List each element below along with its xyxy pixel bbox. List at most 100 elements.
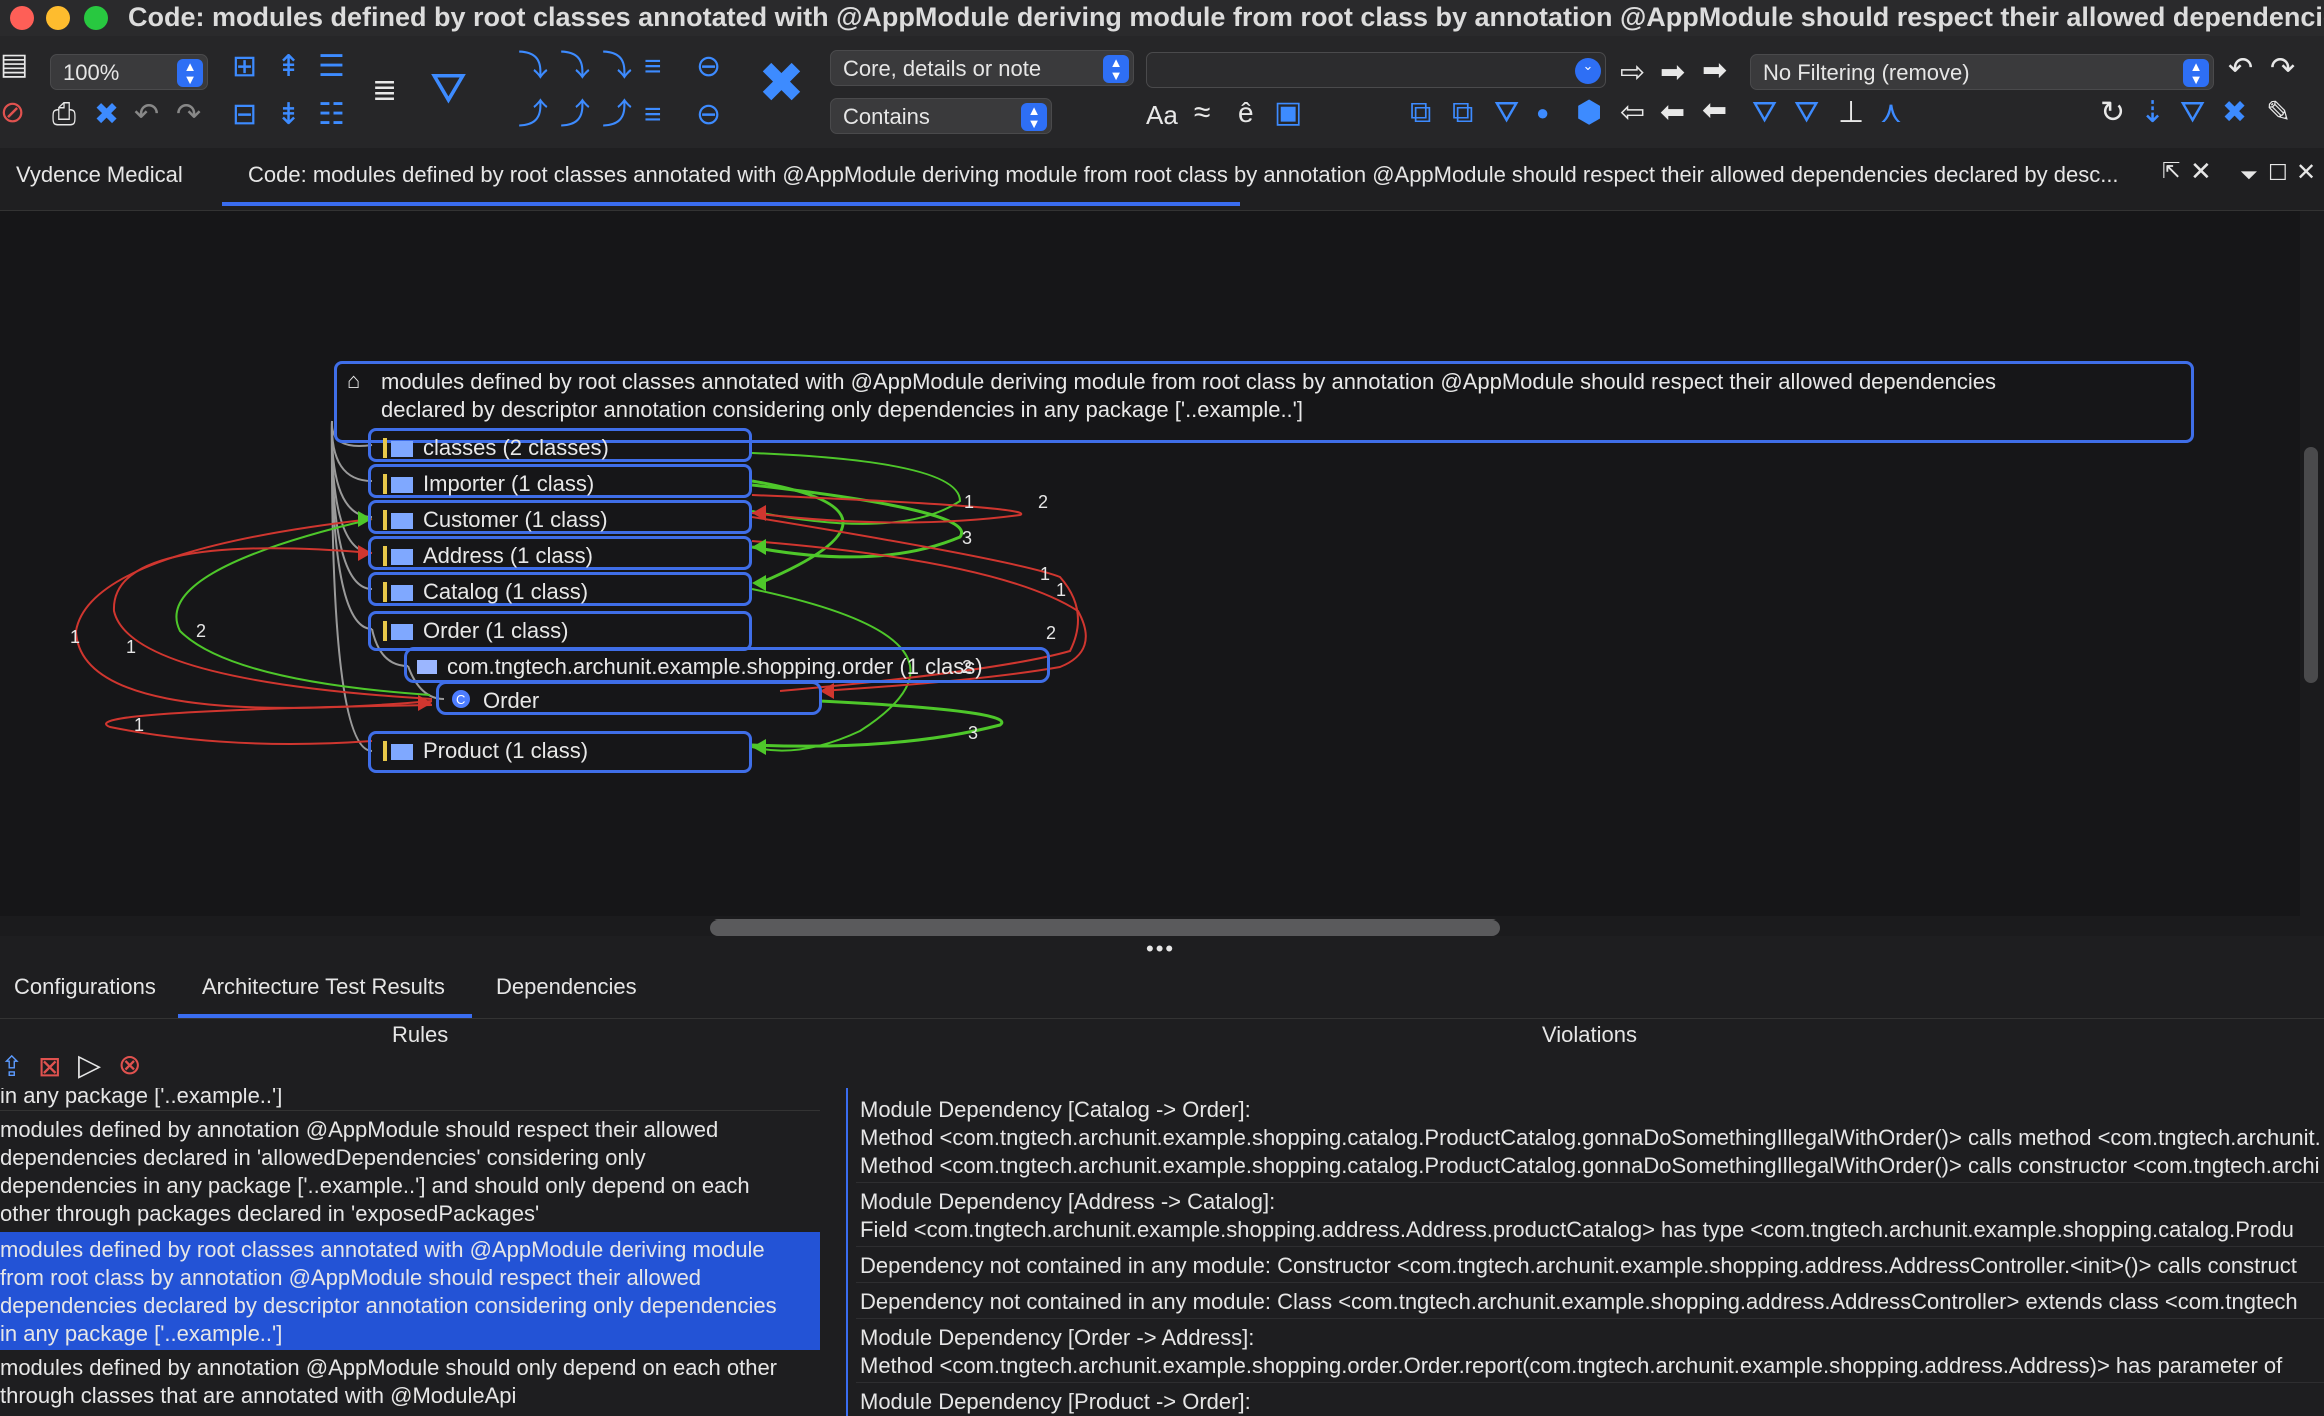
link-icon[interactable]: ⊖ [696, 50, 721, 84]
package-icon [383, 546, 413, 566]
tab-dependencies[interactable]: Dependencies [496, 974, 637, 1000]
violation-item[interactable]: Dependency not contained in any module: … [860, 1288, 2320, 1316]
back-all-icon[interactable]: ⬅ [1702, 94, 1727, 128]
expand-siblings-icon[interactable]: ≡ [644, 98, 662, 132]
cancel-icon[interactable]: ✖ [94, 98, 119, 132]
delete-icon[interactable]: ⊘ [0, 96, 25, 130]
save-icon[interactable]: ▤ [0, 48, 28, 82]
node-order[interactable]: Order (1 class) [368, 611, 752, 651]
vertical-scrollbar-thumb[interactable] [2304, 447, 2318, 683]
close-view-icon[interactable]: ✕ [2296, 158, 2316, 187]
select-branch-icon[interactable]: ⤵ [518, 50, 548, 84]
filter-down-icon[interactable]: ⇣ [2140, 96, 2165, 130]
violation-item[interactable]: Module Dependency [Order -> Address]: Me… [860, 1324, 2320, 1380]
match-case-toggle[interactable]: Aa [1146, 98, 1178, 132]
select-children-icon[interactable]: ⤵ [602, 50, 632, 84]
filter-hierarchy-icon[interactable]: ⊥ [1838, 96, 1864, 130]
find-all-icon[interactable]: ➡ [1702, 54, 1727, 88]
filter-find-icon[interactable]: ⧉ [1452, 96, 1473, 130]
violation-item[interactable]: Module Dependency [Address -> Catalog]: … [860, 1188, 2320, 1244]
approximate-toggle[interactable]: ≈ [1194, 96, 1210, 130]
align-icon[interactable]: ≣ [372, 74, 397, 108]
regex-toggle-icon[interactable]: ▣ [1274, 96, 1302, 130]
ignore-accents-toggle[interactable]: ê [1238, 96, 1254, 130]
violation-item[interactable]: Module Dependency [Product -> Order]: [860, 1388, 2320, 1416]
filter-combine-icon[interactable]: ⬢ [1576, 96, 1602, 130]
quick-filter-icon[interactable]: ⛛ [430, 67, 467, 111]
search-input[interactable]: ⌄ [1146, 52, 1606, 88]
back-outline-icon[interactable]: ⇦ [1620, 96, 1645, 130]
close-window-button[interactable] [10, 6, 34, 30]
expand-branch-icon[interactable]: ⤴ [518, 98, 548, 132]
vertical-scrollbar-track[interactable] [2300, 211, 2324, 931]
expand-all-icon[interactable]: ⤴ [560, 98, 590, 132]
violation-item[interactable]: Module Dependency [Catalog -> Order]: Me… [860, 1096, 2320, 1180]
run-icon[interactable]: ▷ [78, 1048, 101, 1083]
move-down-icon[interactable]: ⇟ [276, 98, 301, 132]
node-product[interactable]: Product (1 class) [368, 731, 752, 773]
violations-list[interactable]: Module Dependency [Catalog -> Order]: Me… [0, 1088, 2324, 1416]
minimize-window-button[interactable] [46, 6, 70, 30]
splitter-handle[interactable]: ••• [1146, 936, 1175, 962]
filter-funnel-icon[interactable]: ⛛ [1494, 96, 1519, 130]
divider [0, 1018, 2324, 1019]
tab-menu-icon[interactable]: ⏷ [2240, 162, 2258, 188]
zoom-select[interactable]: 100% ▲ ▼ [50, 54, 208, 90]
tab-project[interactable]: Vydence Medical [16, 162, 183, 188]
filter-ancestors-icon[interactable]: ⛛ [1752, 96, 1777, 130]
filter-branch-icon[interactable]: ⋏ [1880, 96, 1902, 130]
search-mode-select[interactable]: Contains ▲ ▼ [830, 98, 1052, 134]
select-all-icon[interactable]: ⤵ [560, 50, 590, 84]
filter-dot-icon[interactable]: ● [1536, 96, 1549, 130]
stop-icon[interactable]: ⊗ [118, 1048, 141, 1081]
refresh-icon[interactable]: ↻ [2100, 96, 2125, 130]
close-filter-icon[interactable]: ✖ [758, 55, 805, 111]
filter-clear-icon[interactable]: ✖ [2222, 96, 2247, 130]
move-up-icon[interactable]: ⇞ [276, 50, 301, 84]
expand-children-icon[interactable]: ⤴ [602, 98, 632, 132]
node-order-package[interactable]: com.tngtech.archunit.example.shopping.or… [404, 647, 1050, 683]
maximize-icon[interactable]: ☐ [2268, 160, 2288, 186]
fold-icon[interactable]: ⊞ [232, 50, 257, 84]
import-icon[interactable]: ⇪ [0, 1050, 23, 1083]
remove-icon[interactable]: ⊠ [38, 1050, 61, 1083]
find-next-outline-icon[interactable]: ⇨ [1620, 56, 1645, 90]
mind-map-canvas[interactable]: 1 2 3 1 1 2 2 3 1 1 2 1 ⌂ modules define… [0, 211, 2300, 935]
divider [856, 1318, 2324, 1319]
tab-architecture-test-results[interactable]: Architecture Test Results [202, 974, 445, 1000]
unfold-icon[interactable]: ⊟ [232, 98, 257, 132]
node-classes[interactable]: classes (2 classes) [368, 428, 752, 462]
package-icon [383, 438, 413, 458]
zoom-window-button[interactable] [84, 6, 108, 30]
list-icon[interactable]: ☰ [318, 50, 345, 84]
filter-descendants-icon[interactable]: ⛛ [1794, 96, 1819, 130]
redo-icon[interactable]: ↷ [176, 98, 201, 132]
redo-filter-icon[interactable]: ↷ [2270, 52, 2295, 86]
list-alt-icon[interactable]: ☷ [318, 98, 345, 132]
node-catalog[interactable]: Catalog (1 class) [368, 572, 752, 606]
violation-item[interactable]: Dependency not contained in any module: … [860, 1252, 2320, 1280]
tab-active-map[interactable]: Code: modules defined by root classes an… [248, 162, 2119, 188]
unlink-icon[interactable]: ⊖ [696, 98, 721, 132]
filter-apply-icon[interactable]: ⛛ [2180, 96, 2205, 130]
node-label: Catalog (1 class) [423, 579, 589, 604]
print-icon[interactable]: ⎙ [52, 98, 76, 132]
tab-configurations[interactable]: Configurations [14, 974, 156, 1000]
find-next-icon[interactable]: ➡ [1660, 56, 1685, 90]
close-tab-icon[interactable]: ✕ [2190, 156, 2212, 187]
node-address[interactable]: Address (1 class) [368, 536, 752, 570]
undo-filter-icon[interactable]: ↶ [2228, 52, 2253, 86]
chevron-updown-icon: ▲ ▼ [1021, 103, 1047, 131]
edit-icon[interactable]: ✎ [2266, 96, 2291, 130]
detach-tab-icon[interactable]: ⇱ [2162, 158, 2180, 184]
horizontal-scrollbar-thumb[interactable] [710, 920, 1500, 936]
filter-select[interactable]: No Filtering (remove) ▲ ▼ [1750, 54, 2214, 90]
node-importer[interactable]: Importer (1 class) [368, 464, 752, 498]
node-customer[interactable]: Customer (1 class) [368, 500, 752, 534]
node-order-class[interactable]: C Order [436, 681, 822, 715]
undo-icon[interactable]: ↶ [134, 98, 159, 132]
back-icon[interactable]: ⬅ [1660, 96, 1685, 130]
filter-select-icon[interactable]: ⧉ [1410, 96, 1431, 130]
search-scope-select[interactable]: Core, details or note ▲ ▼ [830, 50, 1134, 86]
select-siblings-icon[interactable]: ≡ [644, 50, 662, 84]
